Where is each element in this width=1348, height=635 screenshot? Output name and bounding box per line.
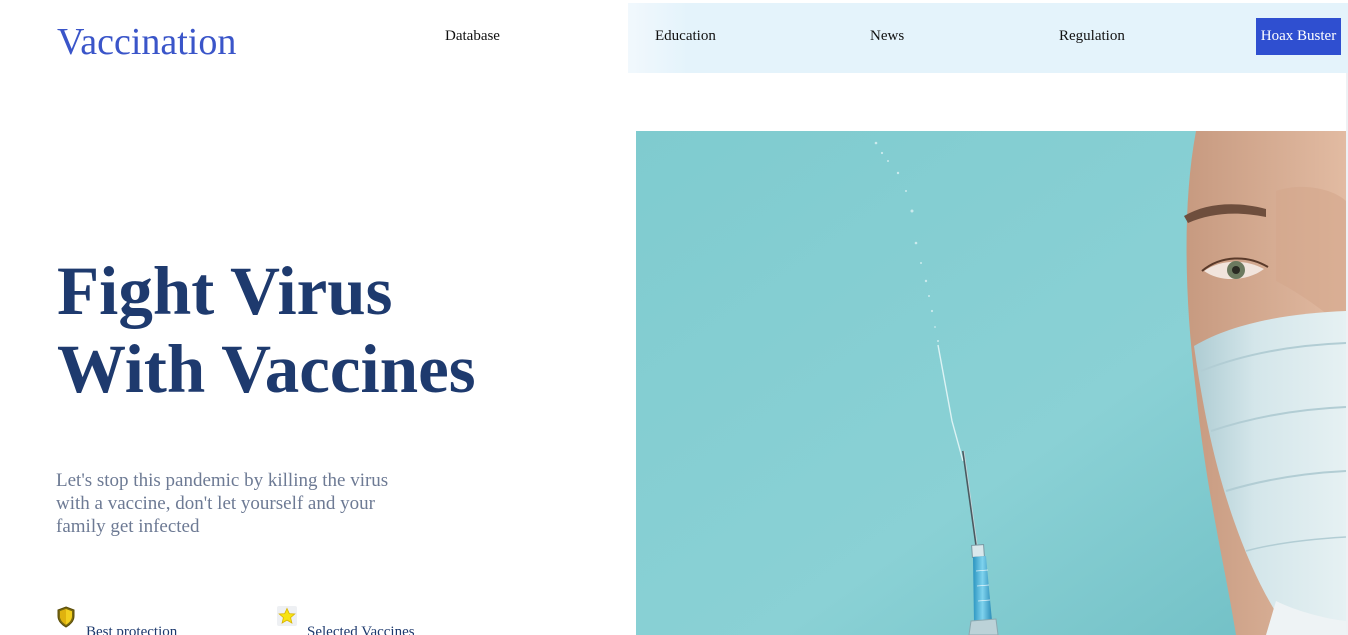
hero-image-doctor-syringe [636, 131, 1346, 635]
feature-label-best-protection: Best protection [86, 624, 178, 635]
hero-subtitle: Let's stop this pandemic by killing the … [56, 470, 389, 537]
hero-title: Fight Virus With Vaccines [57, 252, 577, 408]
hero-title-line-2: With Vaccines [57, 331, 476, 407]
nav-link-database[interactable]: Database [445, 27, 500, 45]
nav-link-regulation[interactable]: Regulation [1059, 27, 1125, 45]
nav-link-education[interactable]: Education [655, 27, 716, 45]
site-logo[interactable]: Vaccination [57, 20, 236, 64]
page: Vaccination Database Education News Regu… [0, 0, 1348, 635]
hoax-buster-button[interactable]: Hoax Buster [1256, 18, 1341, 55]
feature-label-selected-vaccines: Selected Vaccines [307, 624, 415, 635]
nav-link-news[interactable]: News [870, 27, 904, 45]
star-icon [277, 606, 297, 626]
nav-bar-background [628, 3, 1348, 73]
shield-icon [56, 606, 76, 628]
hero-title-line-1: Fight Virus [57, 253, 393, 329]
